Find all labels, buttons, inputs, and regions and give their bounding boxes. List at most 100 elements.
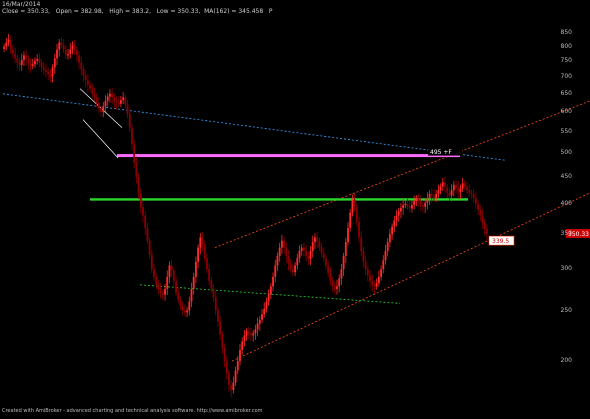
candle-body [214, 297, 217, 311]
candle-body [49, 74, 52, 77]
candle-body [283, 240, 286, 248]
candle-body [397, 211, 400, 216]
candle-body [128, 113, 131, 128]
candle-body [179, 299, 182, 307]
candle-body [11, 49, 14, 54]
support-label: 339.5 [492, 238, 509, 245]
candle-body [336, 286, 338, 289]
candle-body [318, 240, 321, 248]
candle-body [113, 97, 116, 102]
candle-body [25, 55, 28, 59]
candle-body [232, 382, 235, 391]
candle-body [190, 288, 193, 302]
candle-body [137, 177, 140, 193]
candle-body [322, 253, 325, 259]
y-tick-label: 250 [560, 306, 572, 314]
candle-body [115, 101, 118, 103]
candle-body [62, 45, 65, 50]
candle-body [170, 265, 173, 271]
candle-body [86, 80, 89, 86]
candle-body [223, 347, 226, 362]
candle-body [104, 100, 107, 107]
candle-body [296, 258, 299, 266]
candle-body [439, 186, 442, 191]
candle-body [106, 96, 109, 101]
candle-body [197, 247, 200, 262]
candle-body [355, 206, 358, 222]
candle-body [307, 255, 310, 259]
candle-body [377, 276, 380, 284]
y-tick-label: 700 [560, 72, 572, 80]
candle-body [102, 106, 105, 112]
candle-body [298, 251, 301, 259]
candle-body [265, 301, 268, 309]
footer-credit: Created with AmiBroker - advanced charti… [2, 408, 263, 414]
candle-body [228, 372, 230, 386]
candle-body [7, 39, 10, 43]
candle-body [177, 293, 180, 300]
candle-body [415, 198, 418, 202]
candle-body [276, 255, 279, 266]
candle-body [71, 45, 74, 50]
candle-body [384, 251, 387, 261]
candle-body [331, 280, 334, 287]
candle-body [329, 272, 332, 281]
y-tick-label: 350 [560, 230, 572, 238]
candle-body [47, 72, 50, 75]
candle-body [166, 276, 169, 289]
candle-body [435, 193, 438, 199]
mid-support-line [90, 198, 468, 201]
candle-body [236, 361, 239, 371]
candle-body [294, 265, 297, 273]
candle-body [164, 288, 166, 295]
candle-body [485, 229, 488, 234]
candle-body [474, 198, 477, 204]
candle-body [285, 247, 288, 256]
candle-body [183, 310, 186, 313]
candle-body [181, 306, 184, 311]
candle-body [126, 104, 129, 114]
y-tick-label: 400 [560, 199, 572, 207]
candle-body [148, 240, 151, 255]
candle-body [426, 198, 429, 203]
resistance-line [117, 154, 460, 158]
candle-body [9, 39, 12, 50]
candle-body [208, 269, 211, 281]
candle-body [144, 215, 147, 228]
y-tick-label: 500 [560, 149, 572, 157]
candle-body [139, 192, 142, 207]
y-tick-label: 650 [560, 89, 572, 97]
candle-body [338, 278, 341, 287]
candle-body [53, 58, 56, 68]
candle-body [466, 186, 468, 191]
candle-body [267, 294, 270, 302]
candle-body [135, 162, 138, 178]
candle-body [314, 237, 316, 243]
candle-body [219, 321, 222, 335]
candle-body [399, 207, 402, 212]
candle-body [36, 58, 39, 61]
candle-body [424, 202, 427, 207]
candle-body [369, 275, 371, 281]
candle-body [51, 67, 54, 77]
candle-body [31, 64, 34, 66]
candle-body [67, 53, 69, 56]
candle-body [64, 49, 67, 56]
candle-body [287, 255, 290, 264]
candle-body [56, 49, 58, 59]
candle-body [250, 333, 252, 336]
candle-body [155, 276, 158, 285]
candle-body [256, 323, 259, 330]
candle-body [91, 88, 94, 94]
candle-body [27, 58, 30, 63]
candle-body [391, 226, 394, 235]
candle-body [470, 192, 473, 194]
candle-body [58, 42, 61, 50]
candle-body [358, 221, 360, 238]
ohlc-readout: Close = 350.33, Open = 382.98, High = 38… [2, 8, 273, 15]
candle-body [150, 254, 153, 270]
candle-body [84, 75, 87, 81]
candle-body [100, 108, 103, 112]
candle-body [311, 242, 314, 252]
candle-body [448, 192, 451, 196]
